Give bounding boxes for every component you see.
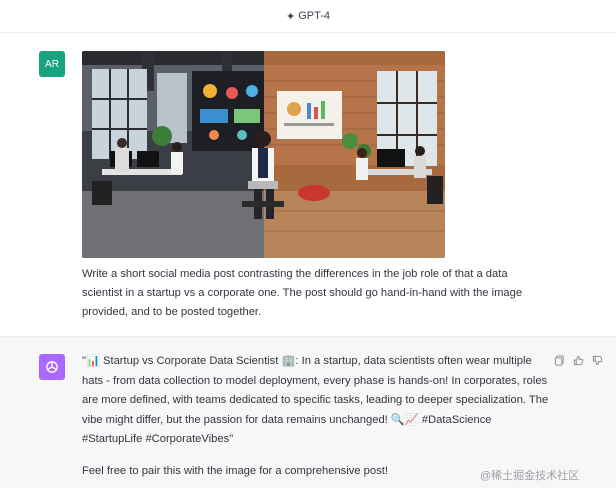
- sparkle-icon: ✦: [285, 10, 296, 23]
- assistant-avatar: [39, 354, 65, 380]
- model-label: GPT-4: [298, 10, 330, 22]
- assistant-message-text: "📊 Startup vs Corporate Data Scientist 🏢…: [82, 352, 552, 481]
- watermark: @稀土掘金技术社区: [480, 470, 580, 482]
- office-image[interactable]: [82, 51, 445, 258]
- user-avatar: AR: [39, 51, 65, 77]
- thumbs-up-icon[interactable]: [572, 354, 584, 366]
- assistant-post-text: "📊 Startup vs Corporate Data Scientist 🏢…: [82, 355, 549, 445]
- thumbs-down-icon[interactable]: [591, 354, 603, 366]
- user-message-text: Write a short social media post contrast…: [82, 268, 523, 318]
- model-header[interactable]: ✦ GPT-4: [0, 0, 616, 33]
- openai-logo-icon: [46, 361, 58, 373]
- copy-icon[interactable]: [553, 354, 565, 366]
- message-actions: [553, 354, 603, 366]
